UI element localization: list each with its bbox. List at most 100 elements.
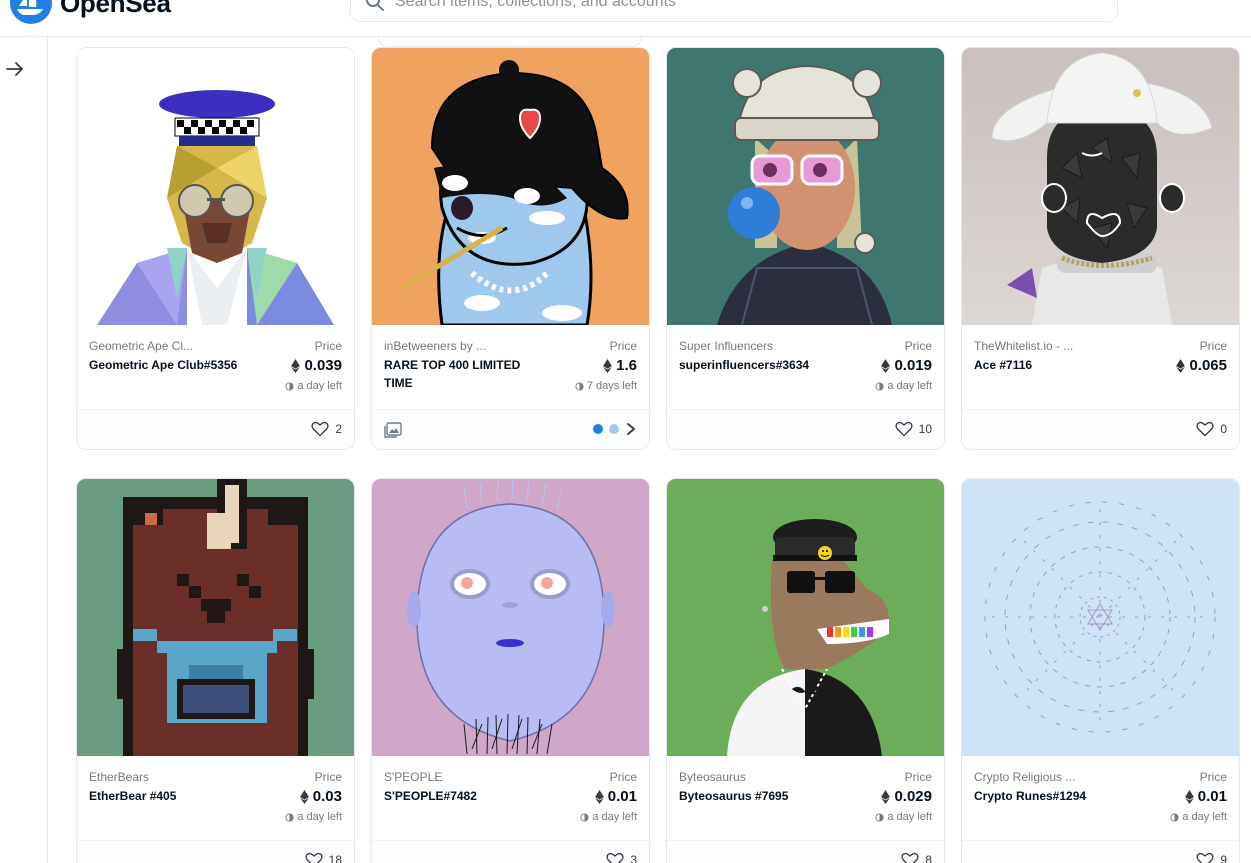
time-left-text: a day left [297,811,342,823]
heart-icon [305,852,323,863]
card-footer: 0 [962,409,1239,449]
price-value: 0.029 [875,788,932,806]
time-left: 7 days left [575,379,637,393]
like-count: 18 [328,853,342,863]
like-count: 9 [1220,853,1227,863]
nft-image[interactable] [77,48,354,325]
collection-name[interactable]: Geometric Ape Cl... [89,339,239,353]
search-bar[interactable] [350,0,1118,22]
nft-card[interactable]: S'PEOPLE S'PEOPLE#7482 Price 0.01 a day … [371,478,650,863]
nft-image[interactable] [372,48,649,325]
price-label: Price [1199,339,1227,353]
carousel-dots[interactable] [593,422,637,436]
heart-icon [606,852,624,863]
bundle-image-icon [384,422,402,438]
favorite-button[interactable]: 3 [606,852,637,863]
opensea-logo[interactable]: OpenSea [10,0,171,24]
arrow-right-icon [6,62,23,76]
time-left: a day left [285,379,342,393]
item-name[interactable]: S'PEOPLE#7482 [384,787,534,805]
heart-icon [895,421,913,437]
favorite-button[interactable]: 2 [311,421,342,437]
price-value: 0.065 [1176,357,1227,375]
collection-name[interactable]: EtherBears [89,770,239,784]
time-left-text: a day left [297,380,342,392]
price-value: 0.019 [875,357,932,375]
time-left-text: a day left [887,811,932,823]
eth-icon [300,790,309,804]
clock-icon [1170,813,1179,822]
price-value: 0.01 [580,788,637,806]
item-name[interactable]: Ace #7116 [974,356,1124,374]
heart-icon [901,852,919,863]
nft-card[interactable]: EtherBears EtherBear #405 Price 0.03 a d… [76,478,355,863]
nft-card[interactable]: Geometric Ape Cl... Geometric Ape Club#5… [76,47,355,450]
like-count: 2 [335,422,342,436]
eth-icon [595,790,604,804]
nft-card[interactable]: Crypto Religious ... Crypto Runes#1294 P… [961,478,1240,863]
card-info: EtherBears EtherBear #405 Price 0.03 a d… [77,756,354,840]
eth-icon [291,359,300,373]
nft-card[interactable]: Byteosaurus Byteosaurus #7695 Price 0.02… [666,478,945,863]
price-label: Price [314,339,342,353]
chevron-right-icon[interactable] [625,422,637,436]
favorite-button[interactable]: 10 [895,421,932,437]
price-amount: 0.029 [894,788,932,805]
item-name[interactable]: superinfluencers#3634 [679,356,829,374]
price-value: 1.6 [575,357,637,375]
time-left-text: a day left [592,811,637,823]
partial-card [378,37,642,47]
eth-icon [1185,790,1194,804]
item-name[interactable]: Byteosaurus #7695 [679,787,829,805]
nft-image[interactable] [372,479,649,756]
price-amount: 0.065 [1189,357,1227,374]
collection-name[interactable]: Byteosaurus [679,770,829,784]
opensea-logo-icon [10,0,52,24]
item-name[interactable]: EtherBear #405 [89,787,239,805]
card-footer: 8 [667,840,944,863]
nft-image[interactable] [962,479,1239,756]
price-value: 0.03 [285,788,342,806]
like-count: 8 [925,853,932,863]
eth-icon [881,359,890,373]
nft-card[interactable]: Super Influencers superinfluencers#3634 … [666,47,945,450]
favorite-button[interactable]: 0 [1196,421,1227,437]
heart-icon [311,421,329,437]
card-footer [372,409,649,449]
collection-name[interactable]: inBetweeners by ... [384,339,534,353]
card-info: Byteosaurus Byteosaurus #7695 Price 0.02… [667,756,944,840]
card-info: TheWhitelist.io - ... Ace #7116 Price 0.… [962,325,1239,409]
expand-sidebar-button[interactable] [4,59,26,79]
favorite-button[interactable]: 9 [1196,852,1227,863]
search-input[interactable] [395,0,995,11]
collection-name[interactable]: Crypto Religious ... [974,770,1124,784]
price-value: 0.01 [1170,788,1227,806]
price-amount: 0.01 [1197,788,1227,805]
favorite-button[interactable]: 18 [305,852,342,863]
item-name[interactable]: Geometric Ape Club#5356 [89,356,239,374]
collection-name[interactable]: S'PEOPLE [384,770,534,784]
time-left-text: a day left [1182,811,1227,823]
carousel-dot-active[interactable] [593,424,603,434]
item-name[interactable]: Crypto Runes#1294 [974,787,1124,805]
card-info: inBetweeners by ... RARE TOP 400 LIMITED… [372,325,649,409]
time-left: a day left [875,379,932,393]
nft-image[interactable] [667,479,944,756]
nft-card[interactable]: TheWhitelist.io - ... Ace #7116 Price 0.… [961,47,1240,450]
item-name[interactable]: RARE TOP 400 LIMITED TIME [384,356,534,392]
price-value: 0.039 [285,357,342,375]
card-footer: 18 [77,840,354,863]
nft-image[interactable] [962,48,1239,325]
collection-name[interactable]: TheWhitelist.io - ... [974,339,1124,353]
price-label: Price [1199,770,1227,784]
nft-image[interactable] [667,48,944,325]
carousel-dot[interactable] [609,424,619,434]
nft-card[interactable]: inBetweeners by ... RARE TOP 400 LIMITED… [371,47,650,450]
nft-image[interactable] [77,479,354,756]
time-left: a day left [285,810,342,824]
collection-name[interactable]: Super Influencers [679,339,829,353]
filter-sidebar [0,37,48,863]
like-count: 0 [1220,422,1227,436]
heart-icon [1196,421,1214,437]
favorite-button[interactable]: 8 [901,852,932,863]
